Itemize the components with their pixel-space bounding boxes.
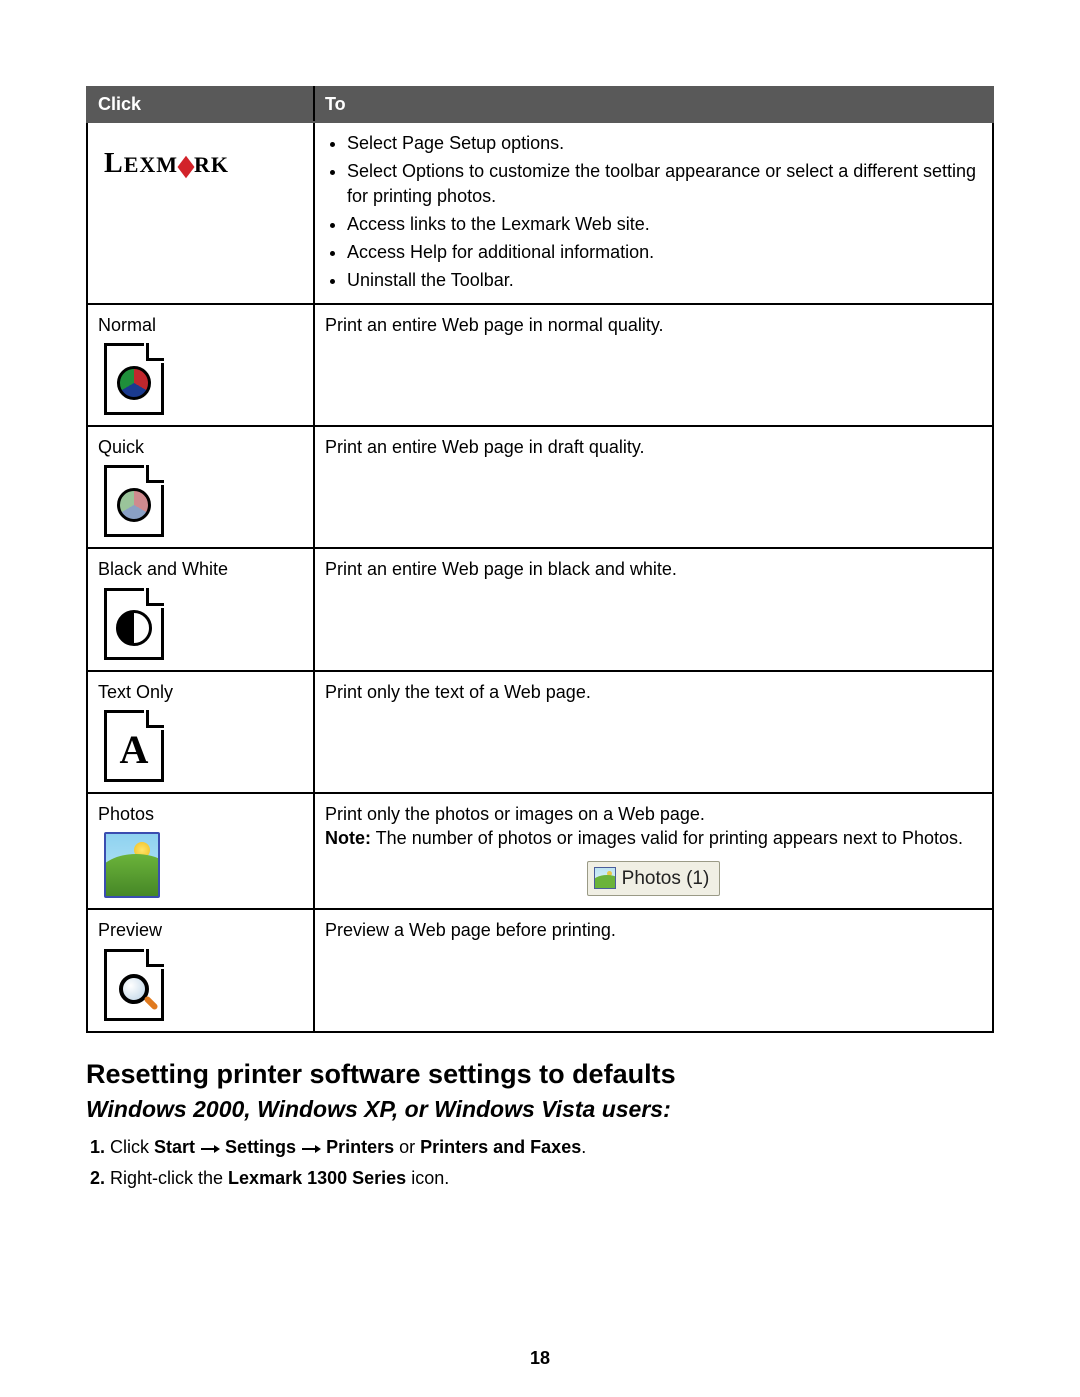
lexmark-logo-part2: EXM <box>124 150 178 180</box>
lexmark-logo: LEXM RK <box>104 145 229 183</box>
step1-prefix: Click <box>110 1137 154 1157</box>
table-row: Text Only A Print only the text of a Web… <box>87 671 993 793</box>
preview-icon <box>104 949 303 1021</box>
click-cell-bw: Black and White <box>87 548 314 670</box>
step1-b3: Printers <box>326 1137 394 1157</box>
click-label: Photos <box>98 802 303 826</box>
to-cell-normal: Print an entire Web page in normal quali… <box>314 304 993 426</box>
to-cell-photos: Print only the photos or images on a Web… <box>314 793 993 909</box>
click-label: Quick <box>98 435 303 459</box>
lexmark-logo-part3: RK <box>194 150 229 180</box>
step-2: Right-click the Lexmark 1300 Series icon… <box>110 1168 994 1189</box>
click-cell-text: Text Only A <box>87 671 314 793</box>
step1-or: or <box>394 1137 420 1157</box>
normal-quality-icon <box>104 343 303 415</box>
bullet-item: Select Page Setup options. <box>347 131 982 155</box>
photos-button-graphic: Photos (1) <box>325 861 982 897</box>
photos-desc: Print only the photos or images on a Web… <box>325 802 982 826</box>
bullet-item: Access Help for additional information. <box>347 240 982 264</box>
section-heading: Resetting printer software settings to d… <box>86 1059 994 1090</box>
bullet-item: Access links to the Lexmark Web site. <box>347 212 982 236</box>
step2-prefix: Right-click the <box>110 1168 228 1188</box>
quick-quality-icon <box>104 465 303 537</box>
click-cell-photos: Photos <box>87 793 314 909</box>
header-click: Click <box>87 87 314 122</box>
photos-mini-thumb-icon <box>594 867 616 889</box>
step1-b2: Settings <box>225 1137 296 1157</box>
step2-suffix: icon. <box>406 1168 449 1188</box>
note-label: Note: <box>325 828 371 848</box>
steps-list: Click Start Settings Printers or Printer… <box>86 1137 994 1189</box>
photos-icon <box>104 832 303 898</box>
click-label: Normal <box>98 313 303 337</box>
click-label: Preview <box>98 918 303 942</box>
step-1: Click Start Settings Printers or Printer… <box>110 1137 994 1158</box>
table-row: Photos Print only the photos or images o… <box>87 793 993 909</box>
table-row: LEXM RK Select Page Setup options. Select… <box>87 122 993 304</box>
sub-heading: Windows 2000, Windows XP, or Windows Vis… <box>86 1096 994 1123</box>
table-row: Preview Preview a Web page before printi… <box>87 909 993 1031</box>
click-cell-preview: Preview <box>87 909 314 1031</box>
lexmark-logo-part1: L <box>104 145 124 183</box>
to-cell-quick: Print an entire Web page in draft qualit… <box>314 426 993 548</box>
table-row: Normal Print an entire Web page in norma… <box>87 304 993 426</box>
black-and-white-icon <box>104 588 303 660</box>
page-number: 18 <box>0 1348 1080 1369</box>
table-header-row: Click To <box>87 87 993 122</box>
arrow-right-icon <box>200 1138 220 1148</box>
step2-b1: Lexmark 1300 Series <box>228 1168 406 1188</box>
bullet-item: Select Options to customize the toolbar … <box>347 159 982 208</box>
toolbar-options-table: Click To LEXM RK Select Page Setup option… <box>86 86 994 1033</box>
arrow-right-icon <box>301 1138 321 1148</box>
lexmark-bullets: Select Page Setup options. Select Option… <box>325 131 982 293</box>
to-cell-preview: Preview a Web page before printing. <box>314 909 993 1031</box>
photos-note: Note: The number of photos or images val… <box>325 826 982 850</box>
step1-b4: Printers and Faxes <box>420 1137 581 1157</box>
bullet-item: Uninstall the Toolbar. <box>347 268 982 292</box>
click-label: Black and White <box>98 557 303 581</box>
step1-b1: Start <box>154 1137 195 1157</box>
table-row: Quick Print an entire Web page in draft … <box>87 426 993 548</box>
to-cell-lexmark: Select Page Setup options. Select Option… <box>314 122 993 304</box>
step1-suffix: . <box>581 1137 586 1157</box>
header-to: To <box>314 87 993 122</box>
photos-button-label: Photos (1) <box>622 866 710 892</box>
click-cell-lexmark: LEXM RK <box>87 122 314 304</box>
click-label: Text Only <box>98 680 303 704</box>
note-body: The number of photos or images valid for… <box>371 828 963 848</box>
lexmark-diamond-icon <box>178 156 195 179</box>
to-cell-text: Print only the text of a Web page. <box>314 671 993 793</box>
text-only-icon: A <box>104 710 303 782</box>
photos-count-button: Photos (1) <box>587 861 721 897</box>
table-row: Black and White Print an entire Web page… <box>87 548 993 670</box>
click-cell-normal: Normal <box>87 304 314 426</box>
document-page: Click To LEXM RK Select Page Setup option… <box>0 0 1080 1397</box>
to-cell-bw: Print an entire Web page in black and wh… <box>314 548 993 670</box>
click-cell-quick: Quick <box>87 426 314 548</box>
